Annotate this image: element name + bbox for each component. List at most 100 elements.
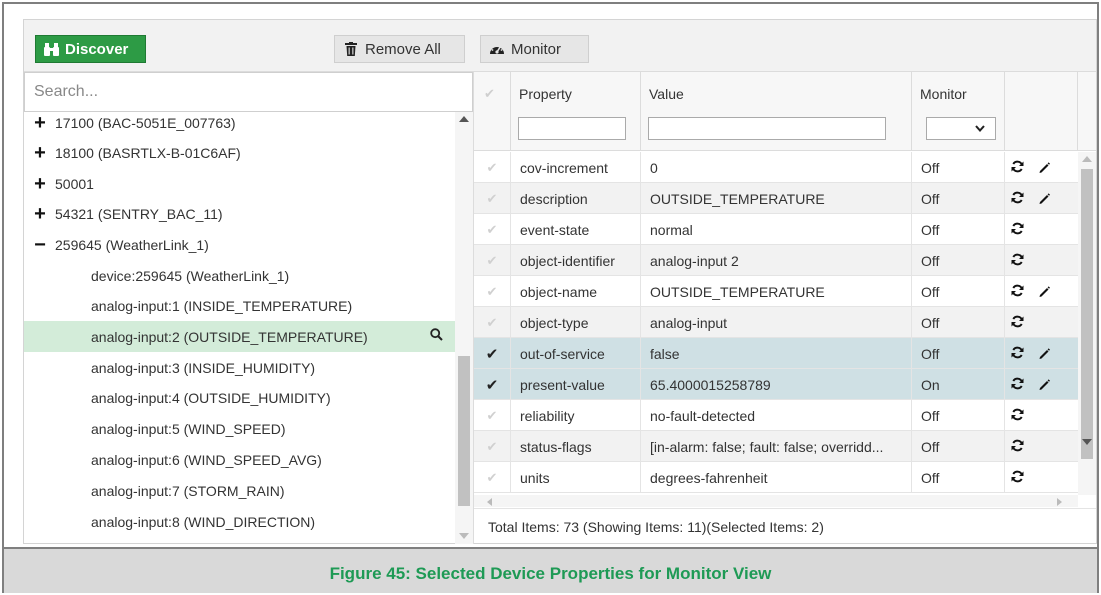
monitor-cell: Off	[912, 307, 1005, 338]
pencil-icon[interactable]	[1038, 377, 1050, 393]
row-check-icon[interactable]: ✔	[474, 307, 511, 338]
scrollbar-thumb[interactable]	[1081, 169, 1093, 459]
refresh-icon[interactable]	[1011, 222, 1024, 238]
grid-horizontal-scrollbar[interactable]	[474, 495, 1078, 507]
scroll-up-arrow[interactable]	[1082, 156, 1092, 162]
table-row[interactable]: ✔ units degrees-fahrenheit Off	[474, 462, 1078, 493]
value-header-label[interactable]: Value	[649, 86, 684, 102]
pencil-icon[interactable]	[1038, 346, 1050, 362]
refresh-icon[interactable]	[1011, 284, 1024, 300]
value-filter-input[interactable]	[648, 117, 886, 140]
tree-item[interactable]: analog-input:2 (OUTSIDE_TEMPERATURE)	[24, 321, 455, 352]
value-cell: 0	[641, 152, 912, 183]
figure-frame: Discover Remove All Monitor +17100 (BAC-…	[2, 2, 1099, 593]
tree-item-label: analog-input:7 (STORM_RAIN)	[91, 482, 285, 499]
row-check-icon[interactable]: ✔	[474, 245, 511, 276]
refresh-icon[interactable]	[1011, 439, 1024, 455]
monitor-header-label[interactable]: Monitor	[920, 86, 967, 102]
tree-item[interactable]: analog-input:8 (WIND_DIRECTION)	[24, 506, 455, 537]
tree-item[interactable]: −259645 (WeatherLink_1)	[24, 229, 455, 260]
property-header-label[interactable]: Property	[519, 86, 572, 102]
search-input[interactable]	[24, 72, 473, 112]
tree-item-label: 50001	[55, 175, 94, 192]
scroll-down-arrow[interactable]	[459, 533, 469, 539]
monitor-filter-select[interactable]	[926, 117, 996, 140]
tree-item[interactable]: +17100 (BAC-5051E_007763)	[24, 112, 455, 138]
value-cell: 65.4000015258789	[641, 369, 912, 400]
tree-item[interactable]: analog-input:4 (OUTSIDE_HUMIDITY)	[24, 382, 455, 413]
scroll-right-arrow[interactable]	[1057, 498, 1062, 506]
tree-item[interactable]: analog-input:3 (INSIDE_HUMIDITY)	[24, 352, 455, 383]
monitor-button[interactable]: Monitor	[480, 35, 589, 63]
scroll-down-arrow[interactable]	[1082, 439, 1092, 445]
row-check-icon[interactable]: ✔	[474, 369, 511, 400]
refresh-icon[interactable]	[1011, 346, 1024, 362]
refresh-icon[interactable]	[1011, 160, 1024, 176]
select-all-column[interactable]: ✔	[474, 72, 511, 151]
value-cell: OUTSIDE_TEMPERATURE	[641, 183, 912, 214]
actions-column-header	[1005, 72, 1078, 151]
tree-item[interactable]: analog-input:6 (WIND_SPEED_AVG)	[24, 444, 455, 475]
monitor-cell: Off	[912, 431, 1005, 462]
tree-scrollbar[interactable]	[455, 112, 473, 544]
remove-all-button[interactable]: Remove All	[334, 35, 465, 63]
table-row[interactable]: ✔ status-flags [in-alarm: false; fault: fa…	[474, 431, 1078, 462]
grid-footer-text: Total Items: 73 (Showing Items: 11)(Sele…	[488, 518, 824, 535]
tree-item[interactable]: analog-input:7 (STORM_RAIN)	[24, 475, 455, 506]
table-row[interactable]: ✔ out-of-service false Off	[474, 338, 1078, 369]
actions-cell	[1005, 462, 1078, 493]
tree-item[interactable]: +54321 (SENTRY_BAC_11)	[24, 198, 455, 229]
actions-cell	[1005, 338, 1078, 369]
value-cell: OUTSIDE_TEMPERATURE	[641, 276, 912, 307]
pencil-icon[interactable]	[1038, 284, 1050, 300]
tree-item[interactable]: +18100 (BASRTLX-B-01C6AF)	[24, 137, 455, 168]
refresh-icon[interactable]	[1011, 470, 1024, 486]
tree-item[interactable]: +50001	[24, 168, 455, 199]
table-row[interactable]: ✔ object-type analog-input Off	[474, 307, 1078, 338]
row-check-icon[interactable]: ✔	[474, 462, 511, 493]
refresh-icon[interactable]	[1011, 191, 1024, 207]
table-row[interactable]: ✔ cov-increment 0 Off	[474, 152, 1078, 183]
row-check-icon[interactable]: ✔	[474, 431, 511, 462]
expand-icon[interactable]: +	[33, 113, 47, 133]
row-check-icon[interactable]: ✔	[474, 338, 511, 369]
tree-item[interactable]: analog-input:5 (WIND_SPEED)	[24, 413, 455, 444]
refresh-icon[interactable]	[1011, 408, 1024, 424]
discover-button[interactable]: Discover	[35, 35, 146, 63]
monitor-cell: Off	[912, 183, 1005, 214]
figure-caption-bar: Figure 45: Selected Device Properties fo…	[4, 547, 1097, 593]
chevron-down-icon	[975, 125, 985, 132]
actions-cell	[1005, 307, 1078, 338]
table-row[interactable]: ✔ description OUTSIDE_TEMPERATURE Off	[474, 183, 1078, 214]
value-cell: [in-alarm: false; fault: false; overridd…	[641, 431, 912, 462]
tree-item[interactable]: device:259645 (WeatherLink_1)	[24, 260, 455, 291]
row-check-icon[interactable]: ✔	[474, 400, 511, 431]
grid-scrollbar[interactable]	[1078, 152, 1096, 495]
pencil-icon[interactable]	[1038, 191, 1050, 207]
property-cell: status-flags	[511, 431, 641, 462]
collapse-icon[interactable]: −	[33, 235, 47, 255]
refresh-icon[interactable]	[1011, 253, 1024, 269]
row-check-icon[interactable]: ✔	[474, 152, 511, 183]
refresh-icon[interactable]	[1011, 315, 1024, 331]
row-check-icon[interactable]: ✔	[474, 214, 511, 245]
table-row[interactable]: ✔ reliability no-fault-detected Off	[474, 400, 1078, 431]
scrollbar-thumb[interactable]	[458, 356, 470, 506]
table-row[interactable]: ✔ object-identifier analog-input 2 Off	[474, 245, 1078, 276]
table-row[interactable]: ✔ present-value 65.4000015258789 On	[474, 369, 1078, 400]
refresh-icon[interactable]	[1011, 377, 1024, 393]
tree-item[interactable]: analog-input:1 (INSIDE_TEMPERATURE)	[24, 290, 455, 321]
scroll-left-arrow[interactable]	[487, 498, 492, 506]
search-icon[interactable]	[430, 328, 443, 345]
row-check-icon[interactable]: ✔	[474, 276, 511, 307]
expand-icon[interactable]: +	[33, 204, 47, 224]
property-filter-input[interactable]	[518, 117, 626, 140]
scroll-up-arrow[interactable]	[459, 116, 469, 122]
check-icon[interactable]: ✔	[484, 86, 495, 102]
expand-icon[interactable]: +	[33, 143, 47, 163]
pencil-icon[interactable]	[1038, 160, 1050, 176]
table-row[interactable]: ✔ event-state normal Off	[474, 214, 1078, 245]
row-check-icon[interactable]: ✔	[474, 183, 511, 214]
table-row[interactable]: ✔ object-name OUTSIDE_TEMPERATURE Off	[474, 276, 1078, 307]
expand-icon[interactable]: +	[33, 174, 47, 194]
